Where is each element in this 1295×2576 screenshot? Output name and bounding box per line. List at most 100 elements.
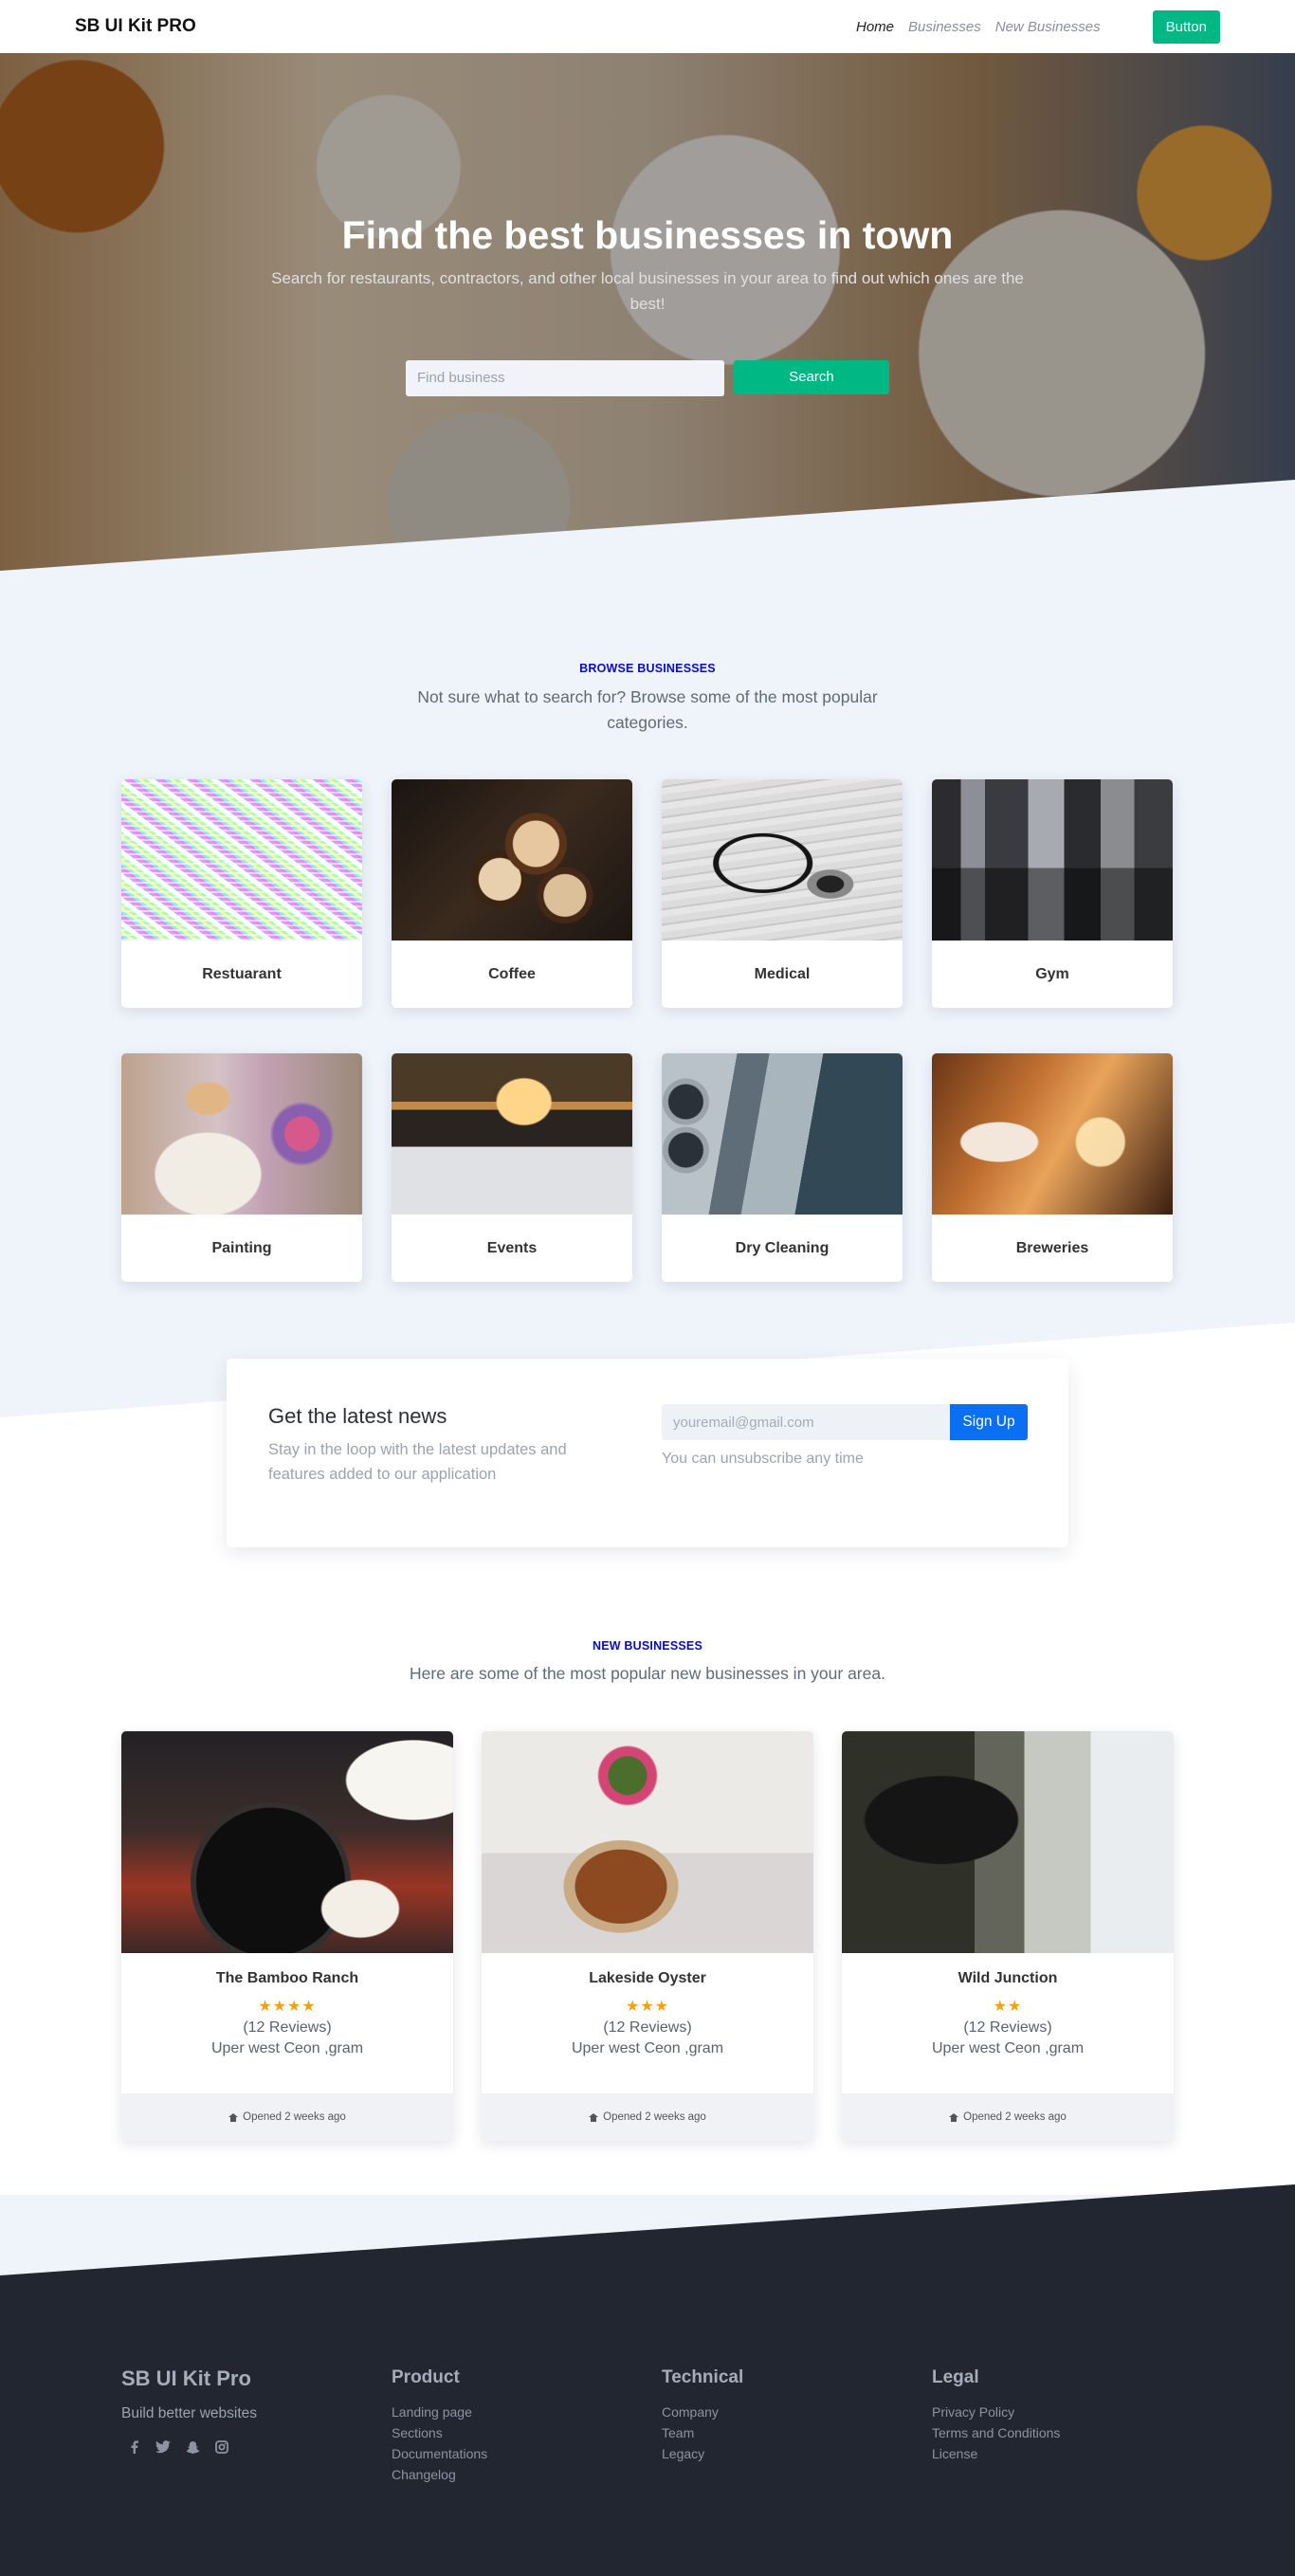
business-search-input[interactable] [406,359,724,396]
category-label: Medical [754,965,811,982]
business-body: The Bamboo Ranch ★★★★ (12 Reviews) Uper … [121,1953,453,2093]
footer-link[interactable]: Sections [392,2422,487,2443]
category-label: Restuarant [202,965,282,982]
footer-link[interactable]: Changelog [392,2464,487,2485]
business-name[interactable]: The Bamboo Ranch [140,1970,434,1987]
coffee-photo [392,779,632,941]
nav-links: Home Businesses New Businesses Button [856,9,1220,44]
restaurant-photo [121,779,362,941]
opened-text: Opened 2 weeks ago [243,2111,346,2123]
twitter-icon[interactable] [155,2439,172,2456]
business-location: Uper west Ceon ,gram [571,2040,724,2056]
business-card-wild-junction[interactable]: Wild Junction ★★ (12 Reviews) Uper west … [842,1731,1174,2141]
footer-link[interactable]: Documentations [392,2443,487,2464]
business-body: Lakeside Oyster ★★★ (12 Reviews) Uper we… [482,1953,813,2093]
laundry-photo [662,1053,903,1215]
category-card-painting[interactable]: Painting [121,1053,362,1282]
category-label: Gym [1035,965,1069,982]
newsletter-title: Get the latest news [268,1404,447,1428]
review-count: (12 Reviews) [243,2019,332,2036]
category-card-coffee[interactable]: Coffee [392,779,632,1008]
instagram-icon[interactable] [213,2439,230,2456]
new-businesses-eyebrow: NEW BUSINESSES [592,1639,702,1653]
business-location: Uper west Ceon ,gram [931,2040,1085,2056]
nav-link-new-businesses[interactable]: New Businesses [995,19,1101,35]
brand-logo[interactable]: SB UI Kit PRO [75,16,196,37]
business-footer: Opened 2 weeks ago [121,2093,453,2141]
category-label: Events [486,1239,538,1256]
footer: SB UI Kit Pro Build better websites Prod… [0,2184,1295,2576]
category-label: Breweries [1015,1239,1089,1256]
footer-link[interactable]: Privacy Policy [932,2402,1060,2422]
footer-brand: SB UI Kit Pro [121,2366,251,2390]
painting-photo [121,1053,362,1215]
gym-photo [932,779,1173,941]
search-button[interactable]: Search [734,359,889,394]
business-grid: The Bamboo Ranch ★★★★ (12 Reviews) Uper … [121,1731,1174,2141]
business-card-lakeside-oyster[interactable]: Lakeside Oyster ★★★ (12 Reviews) Uper we… [482,1731,813,2141]
hero-content: Find the best businesses in town Search … [0,212,1295,396]
events-photo [392,1053,632,1215]
star-rating-icon: ★★★★ [258,1999,317,2015]
hero: Find the best businesses in town Search … [0,53,1295,571]
brewery-photo [932,1053,1173,1215]
newsletter-text: Stay in the loop with the latest updates… [268,1441,567,1483]
browse-eyebrow: BROWSE BUSINESSES [579,662,716,675]
category-label: Painting [211,1239,272,1256]
nav-link-home[interactable]: Home [856,19,894,35]
category-card-medical[interactable]: Medical [662,779,903,1008]
hero-subtitle: Search for restaurants, contractors, and… [271,269,1024,313]
newsletter-card: Get the latest news Stay in the loop wit… [227,1359,1068,1547]
footer-heading: Technical [662,2367,744,2387]
signup-button[interactable]: Sign Up [950,1404,1028,1440]
review-count: (12 Reviews) [603,2019,692,2036]
hero-title: Find the best businesses in town [341,213,954,257]
unsubscribe-note: You can unsubscribe any time [662,1451,864,1467]
nav-link-businesses[interactable]: Businesses [908,19,981,35]
footer-link[interactable]: Landing page [392,2402,487,2422]
opened-text: Opened 2 weeks ago [603,2111,706,2123]
snapchat-icon[interactable] [184,2439,201,2456]
hero-search: Search [0,359,1295,396]
facebook-icon[interactable] [125,2439,142,2456]
opened-text: Opened 2 weeks ago [963,2111,1067,2123]
business-photo [482,1731,813,1953]
business-footer: Opened 2 weeks ago [842,2093,1174,2141]
footer-tagline: Build better websites [121,2405,258,2421]
business-photo [121,1731,453,1953]
category-card-events[interactable]: Events [392,1053,632,1282]
footer-link[interactable]: Company [662,2402,743,2422]
footer-column-technical: Technical Company Team Legacy [662,2367,743,2464]
star-rating-icon: ★★ [993,1999,1023,2015]
business-location: Uper west Ceon ,gram [210,2040,364,2056]
category-grid: Restuarant Coffee Medical Gym Painting E… [121,779,1174,1282]
review-count: (12 Reviews) [963,2019,1052,2036]
category-card-gym[interactable]: Gym [932,779,1173,1008]
footer-heading: Product [392,2367,460,2387]
business-body: Wild Junction ★★ (12 Reviews) Uper west … [842,1953,1174,2093]
footer-link[interactable]: Team [662,2422,743,2443]
home-icon [228,2112,239,2122]
category-label: Dry Cleaning [735,1239,830,1256]
business-name[interactable]: Lakeside Oyster [501,1970,794,1987]
category-card-dry-cleaning[interactable]: Dry Cleaning [662,1053,903,1282]
business-name[interactable]: Wild Junction [861,1970,1155,1987]
footer-heading: Legal [932,2367,979,2387]
footer-link[interactable]: Legacy [662,2443,743,2464]
navbar: SB UI Kit PRO Home Businesses New Busine… [0,0,1295,53]
business-card-bamboo-ranch[interactable]: The Bamboo Ranch ★★★★ (12 Reviews) Uper … [121,1731,453,2141]
browse-lead: Not sure what to search for? Browse some… [417,687,878,733]
footer-column-product: Product Landing page Sections Documentat… [392,2367,487,2485]
category-card-breweries[interactable]: Breweries [932,1053,1173,1282]
nav-button[interactable]: Button [1152,9,1220,44]
home-icon [949,2112,959,2122]
category-label: Coffee [488,965,536,982]
new-businesses-lead: Here are some of the most popular new bu… [410,1664,885,1683]
category-card-restaurant[interactable]: Restuarant [121,779,362,1008]
star-rating-icon: ★★★ [625,1999,670,2015]
footer-link[interactable]: Terms and Conditions [932,2422,1060,2443]
home-icon [589,2112,599,2122]
footer-link[interactable]: License [932,2443,1060,2464]
newsletter-email-input[interactable] [662,1404,951,1440]
stethoscope-photo [662,779,903,941]
